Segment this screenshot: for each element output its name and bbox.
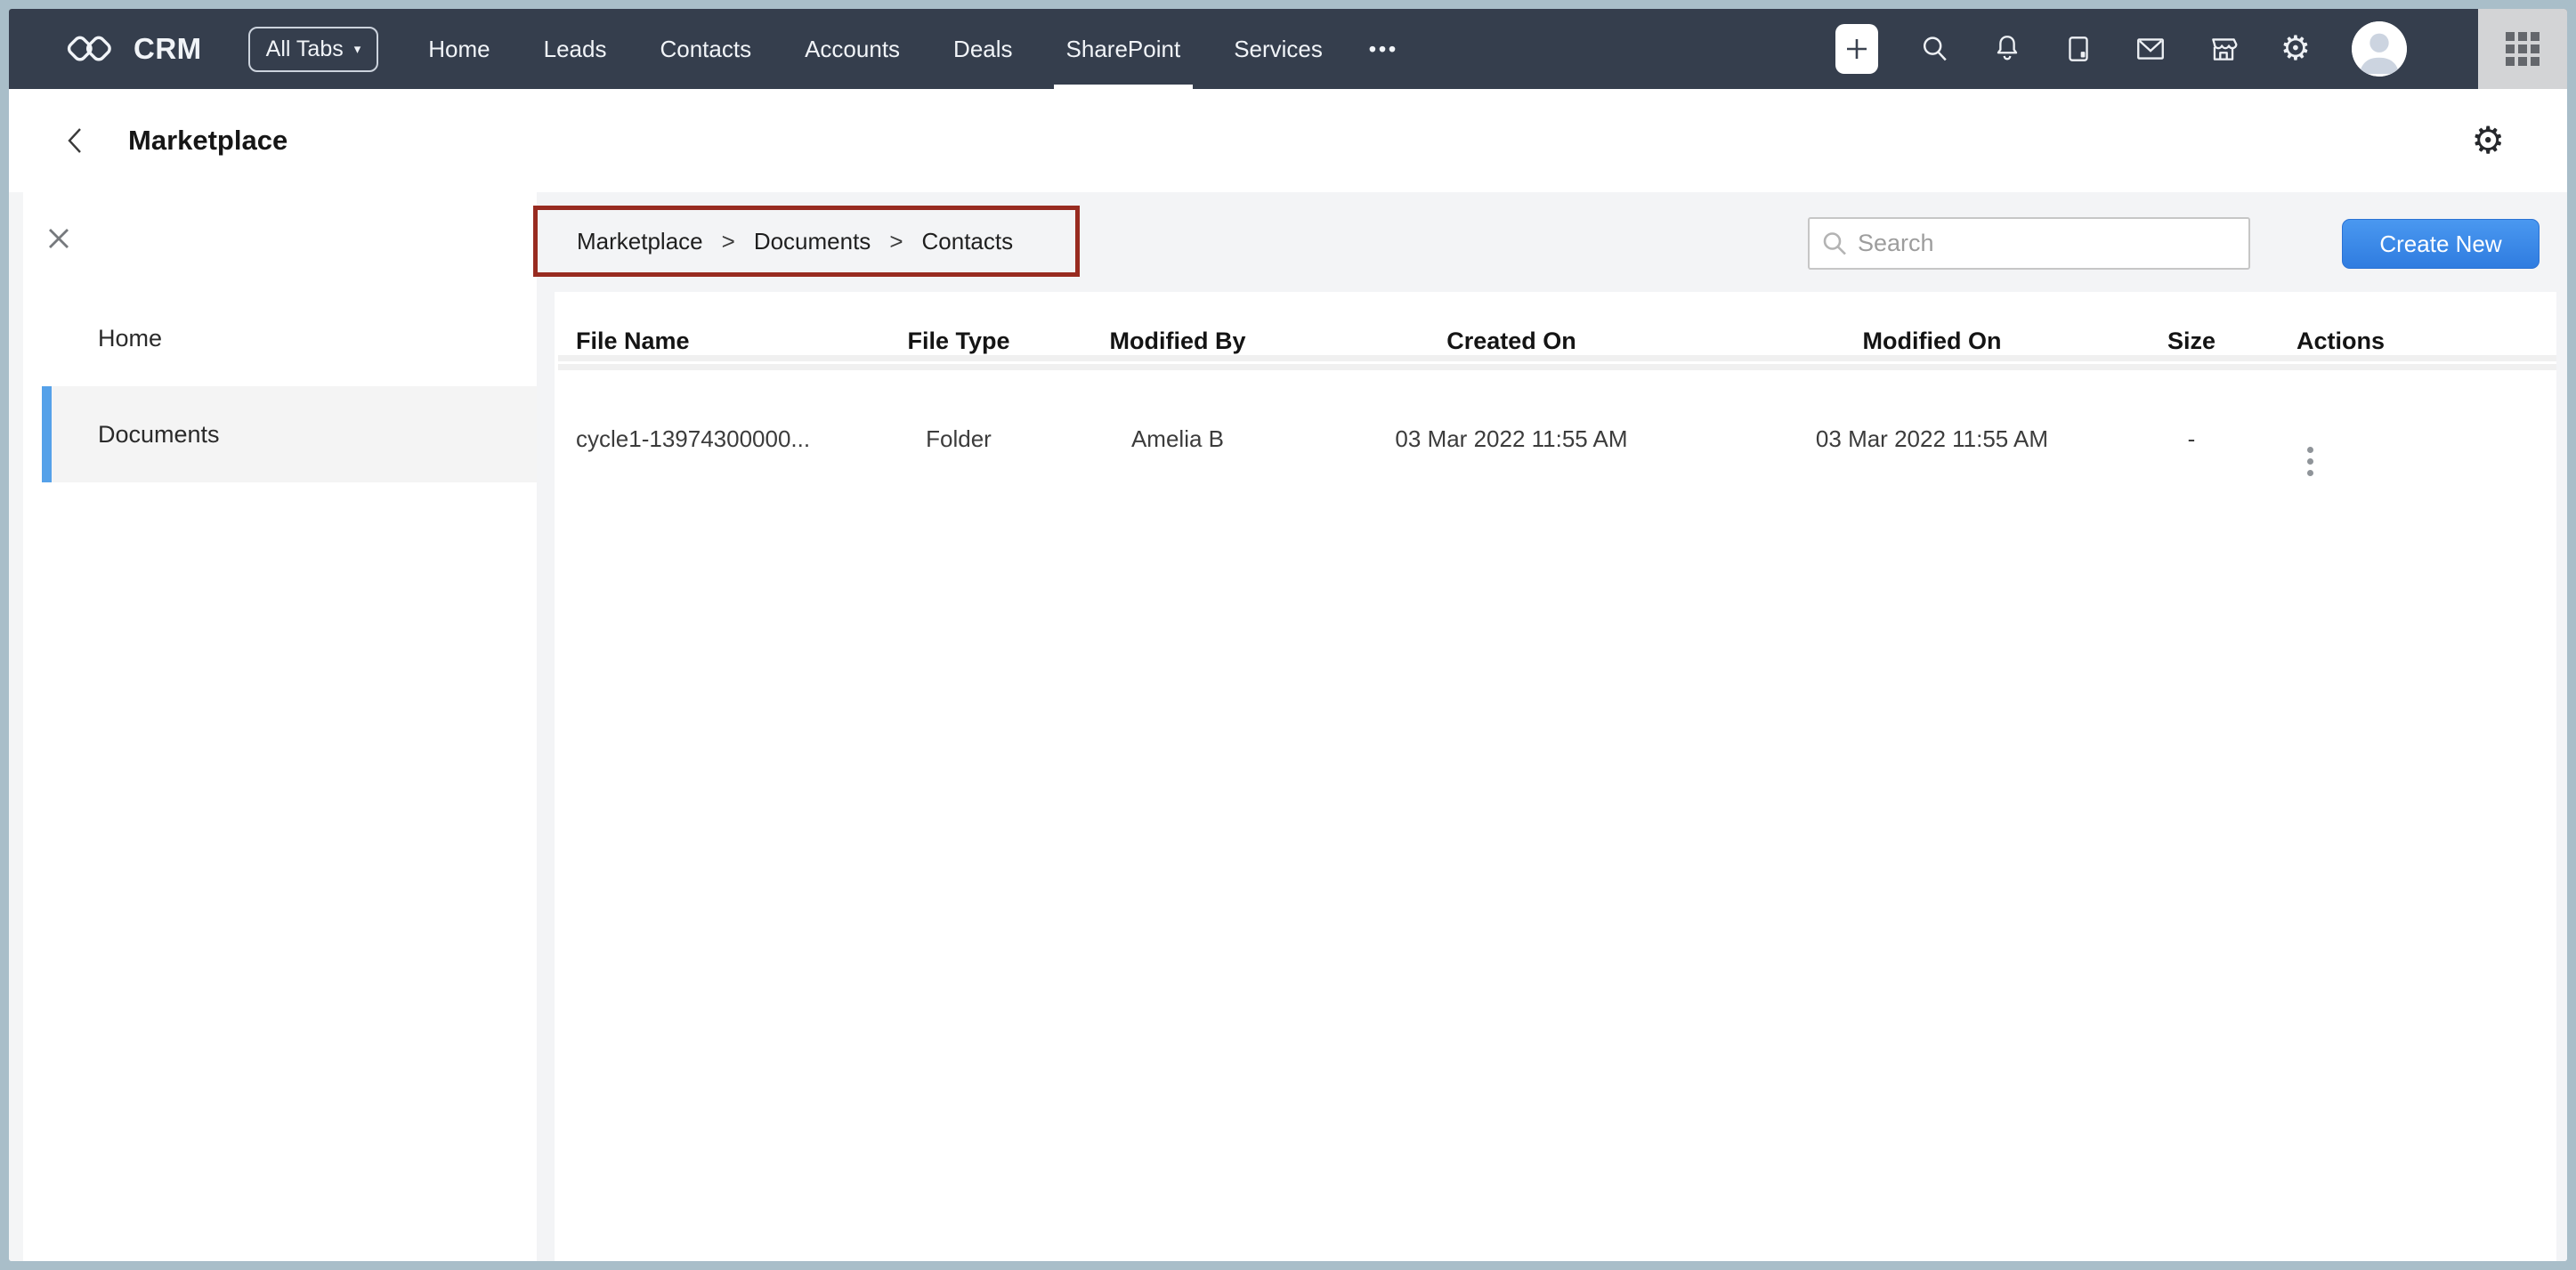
user-avatar[interactable] (2352, 21, 2407, 77)
cell-actions (2243, 400, 2556, 476)
window-frame: CRM All Tabs ▾ Home Leads Contacts Accou… (0, 0, 2576, 1270)
column-header-size[interactable]: Size (2140, 308, 2243, 400)
breadcrumb-item-documents[interactable]: Documents (754, 228, 871, 255)
tab-sharepoint[interactable]: SharePoint (1040, 9, 1208, 89)
breadcrumb-item-marketplace[interactable]: Marketplace (577, 228, 703, 255)
breadcrumb-separator: > (889, 228, 903, 255)
quick-create-button[interactable] (1835, 24, 1878, 74)
cell-size: - (2140, 400, 2243, 476)
crm-logo-icon[interactable] (66, 28, 121, 70)
documents-table: File Name File Type Modified By Cre (558, 308, 2556, 476)
main-panel: Marketplace > Documents > Contacts (537, 192, 2567, 1261)
left-gutter (9, 192, 23, 1261)
cell-created-on: 03 Mar 2022 11:55 AM (1299, 400, 1724, 476)
all-tabs-dropdown[interactable]: All Tabs ▾ (248, 27, 379, 72)
calendar-icon[interactable] (2063, 33, 2094, 65)
create-new-button[interactable]: Create New (2342, 219, 2540, 269)
marketplace-store-icon[interactable] (2207, 33, 2240, 65)
tab-leads[interactable]: Leads (517, 9, 634, 89)
navbar-actions: ⚙ (1835, 9, 2567, 89)
top-navbar: CRM All Tabs ▾ Home Leads Contacts Accou… (9, 9, 2567, 89)
cell-file-type: Folder (861, 400, 1057, 476)
mail-icon[interactable] (2135, 34, 2167, 64)
search-input[interactable] (1856, 229, 2248, 258)
notifications-bell-icon[interactable] (1992, 33, 2022, 65)
sidebar-item-home[interactable]: Home (42, 290, 537, 386)
chevron-down-icon: ▾ (354, 43, 361, 56)
sidebar-menu: Home Documents (23, 290, 537, 482)
column-header-created-on[interactable]: Created On (1299, 308, 1724, 400)
page-header: Marketplace ⚙ (9, 89, 2567, 192)
documents-table-card: File Name File Type Modified By Cre (555, 292, 2556, 1261)
column-header-actions: Actions (2243, 308, 2556, 400)
grid-glyph (2506, 32, 2540, 66)
module-tabs: Home Leads Contacts Accounts Deals Share… (401, 9, 1418, 89)
search-box (1808, 217, 2250, 270)
marketplace-settings-gear-icon[interactable]: ⚙ (2471, 122, 2505, 159)
breadcrumb: Marketplace > Documents > Contacts (533, 206, 1080, 277)
tab-home[interactable]: Home (401, 9, 516, 89)
page-title: Marketplace (128, 125, 288, 157)
app-window: CRM All Tabs ▾ Home Leads Contacts Accou… (9, 9, 2567, 1261)
brand-name: CRM (134, 32, 202, 66)
row-actions-menu-icon[interactable] (2307, 447, 2313, 476)
more-tabs-icon[interactable]: ••• (1349, 9, 1418, 89)
column-header-modified-by[interactable]: Modified By (1057, 308, 1299, 400)
cell-modified-on: 03 Mar 2022 11:55 AM (1724, 400, 2140, 476)
tab-contacts[interactable]: Contacts (633, 9, 778, 89)
app-launcher-grid-icon[interactable] (2478, 9, 2567, 89)
cell-modified-by: Amelia B (1057, 400, 1299, 476)
tab-deals[interactable]: Deals (927, 9, 1039, 89)
settings-gear-icon[interactable]: ⚙ (2280, 32, 2311, 66)
breadcrumb-item-contacts[interactable]: Contacts (922, 228, 1014, 255)
column-header-modified-on[interactable]: Modified On (1724, 308, 2140, 400)
tab-accounts[interactable]: Accounts (778, 9, 927, 89)
all-tabs-label: All Tabs (266, 36, 344, 62)
column-header-file-name[interactable]: File Name (558, 308, 861, 400)
breadcrumb-separator: > (722, 228, 735, 255)
search-icon[interactable] (1919, 33, 1951, 65)
sidebar: Home Documents (23, 192, 537, 1261)
documents-toolbar: Marketplace > Documents > Contacts (537, 192, 2567, 292)
search-magnifier-icon (1820, 230, 1849, 258)
back-chevron-icon[interactable] (64, 125, 94, 156)
close-icon[interactable] (45, 224, 75, 255)
content-area: Home Documents Marketplace > Documents >… (9, 192, 2567, 1261)
sidebar-item-documents[interactable]: Documents (42, 386, 537, 482)
cell-file-name[interactable]: cycle1-13974300000... (558, 400, 861, 476)
tab-services[interactable]: Services (1207, 9, 1349, 89)
column-header-file-type[interactable]: File Type (861, 308, 1057, 400)
